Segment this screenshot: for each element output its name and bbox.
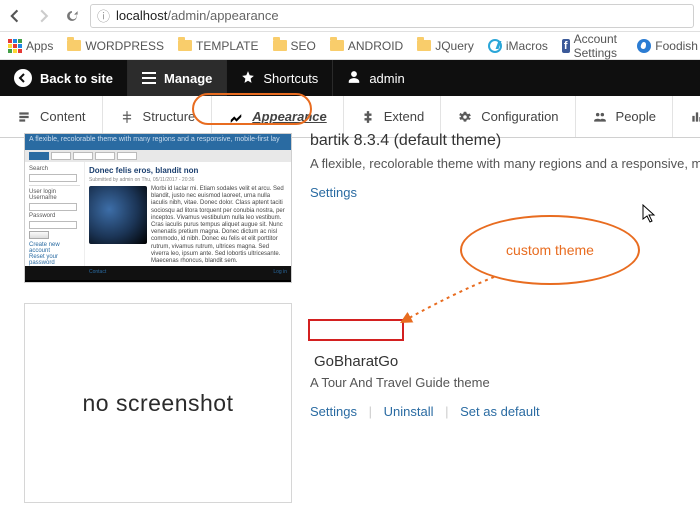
shortcuts-button[interactable]: Shortcuts: [227, 60, 333, 96]
structure-icon: [119, 109, 135, 125]
folder-icon: [178, 40, 192, 51]
people-icon: [592, 109, 608, 125]
bookmark-folder[interactable]: WORDPRESS: [67, 39, 164, 53]
tab-appearance[interactable]: Appearance: [212, 96, 343, 137]
theme-operations: Settings | Uninstall | Set as default: [310, 404, 700, 419]
nav-back-icon[interactable]: [6, 6, 26, 26]
bookmark-label: TEMPLATE: [196, 39, 258, 53]
menu-icon: [142, 72, 156, 84]
extend-icon: [360, 109, 376, 125]
preview-header: A flexible, recolorable theme with many …: [25, 134, 291, 150]
folder-icon: [417, 40, 431, 51]
apps-label: Apps: [26, 39, 53, 53]
back-arrow-icon: [14, 69, 32, 87]
no-screenshot-label: no screenshot: [83, 390, 234, 417]
tab-content[interactable]: Content: [0, 96, 103, 137]
bookmark-label: ANDROID: [348, 39, 403, 53]
bookmark-label: SEO: [291, 39, 316, 53]
tab-label: Extend: [384, 109, 424, 124]
drupal-icon: [637, 39, 651, 53]
tab-label: Structure: [143, 109, 196, 124]
facebook-icon: f: [562, 39, 570, 53]
bookmark-label: WORDPRESS: [85, 39, 164, 53]
preview-label: Password: [29, 213, 80, 219]
preview-link: Reset your password: [29, 254, 80, 266]
preview-link: Log in: [273, 269, 287, 275]
bookmark-folder[interactable]: ANDROID: [330, 39, 403, 53]
preview-label: Search: [29, 166, 80, 172]
tab-reports[interactable]: Reports: [673, 96, 700, 137]
browser-nav-bar: ⓘ localhost/admin/appearance: [0, 0, 700, 32]
apps-button[interactable]: Apps: [8, 39, 53, 53]
settings-link[interactable]: Settings: [310, 185, 357, 200]
bookmark-folder[interactable]: SEO: [273, 39, 316, 53]
user-icon: [347, 70, 361, 87]
preview-article-title: Donec felis eros, blandit non: [89, 166, 287, 175]
appearance-icon: [228, 109, 244, 125]
bookmark-folder[interactable]: TEMPLATE: [178, 39, 258, 53]
manage-button[interactable]: Manage: [128, 60, 227, 96]
preview-link: Contact: [89, 269, 106, 275]
bookmark-label: JQuery: [435, 39, 474, 53]
preview-image: [89, 186, 147, 244]
reports-icon: [689, 109, 700, 125]
tab-label: Content: [40, 109, 86, 124]
shortcuts-label: Shortcuts: [263, 71, 318, 86]
theme-title-bartik: bartik 8.3.4 (default theme): [310, 132, 700, 150]
tab-extend[interactable]: Extend: [344, 96, 441, 137]
bookmarks-bar: Apps WORDPRESS TEMPLATE SEO ANDROID JQue…: [0, 32, 700, 60]
back-to-site-label: Back to site: [40, 71, 113, 86]
theme-title-custom: GoBharatGo: [310, 352, 402, 371]
settings-link[interactable]: Settings: [310, 404, 357, 419]
bookmark-label: Foodish: [655, 39, 698, 53]
tab-structure[interactable]: Structure: [103, 96, 213, 137]
admin-toolbar: Back to site Manage Shortcuts admin: [0, 60, 700, 96]
address-bar[interactable]: ⓘ localhost/admin/appearance: [90, 4, 694, 28]
nav-forward-icon: [34, 6, 54, 26]
tab-people[interactable]: People: [576, 96, 673, 137]
preview-text: Morbi id laclar mi. Etiam sodales velit …: [151, 186, 287, 265]
tab-label: Configuration: [481, 109, 558, 124]
theme-operations: Settings: [310, 185, 700, 200]
tab-label: People: [616, 109, 656, 124]
admin-user-label: admin: [369, 71, 404, 86]
theme-screenshot-bartik: A flexible, recolorable theme with many …: [24, 133, 292, 283]
preview-link: Create new account: [29, 242, 80, 254]
imacros-icon: [488, 39, 502, 53]
theme-description: A flexible, recolorable theme with many …: [310, 156, 700, 171]
admin-user-button[interactable]: admin: [333, 60, 418, 96]
bookmark-link[interactable]: f Account Settings: [562, 32, 623, 60]
folder-icon: [67, 40, 81, 51]
preview-label: Username: [29, 195, 80, 201]
bookmark-link[interactable]: Foodish: [637, 39, 698, 53]
tab-configuration[interactable]: Configuration: [441, 96, 575, 137]
content-icon: [16, 109, 32, 125]
bookmark-label: Account Settings: [574, 32, 624, 60]
apps-icon: [8, 39, 22, 53]
separator: |: [445, 404, 448, 419]
bookmark-label: iMacros: [506, 39, 548, 53]
reload-icon[interactable]: [62, 6, 82, 26]
site-info-icon[interactable]: ⓘ: [97, 6, 110, 25]
manage-label: Manage: [164, 71, 212, 86]
url-text: localhost/admin/appearance: [116, 8, 279, 23]
theme-screenshot-placeholder: no screenshot: [24, 303, 292, 503]
preview-menu: [25, 150, 291, 162]
folder-icon: [330, 40, 344, 51]
star-icon: [241, 70, 255, 87]
bookmark-folder[interactable]: JQuery: [417, 39, 474, 53]
theme-description: A Tour And Travel Guide theme: [310, 375, 700, 390]
back-to-site-button[interactable]: Back to site: [0, 60, 128, 96]
tab-label: Appearance: [252, 109, 326, 124]
uninstall-link[interactable]: Uninstall: [384, 404, 434, 419]
bookmark-link[interactable]: iMacros: [488, 39, 548, 53]
folder-icon: [273, 40, 287, 51]
set-default-link[interactable]: Set as default: [460, 404, 540, 419]
separator: |: [369, 404, 372, 419]
configuration-icon: [457, 109, 473, 125]
